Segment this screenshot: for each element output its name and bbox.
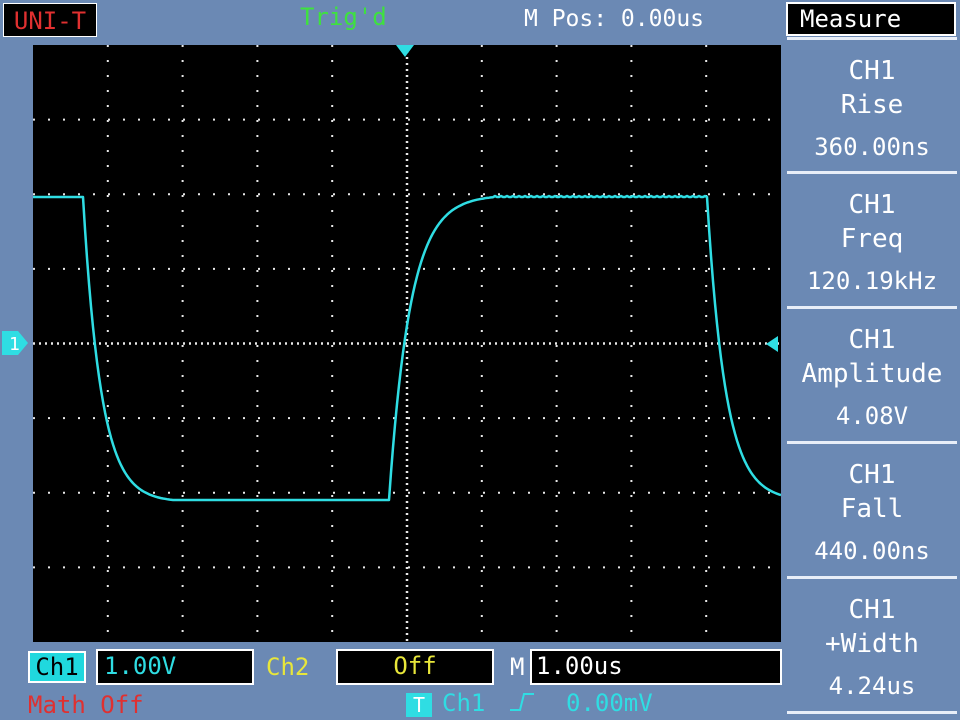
ch1-channel-label[interactable]: Ch1 <box>28 651 86 683</box>
measure-type: Freq <box>840 224 904 254</box>
measure-source: CH1 <box>848 325 896 355</box>
measure-type: Fall <box>840 494 904 524</box>
measure-source: CH1 <box>848 190 896 220</box>
measure-value: 4.08V <box>835 402 909 430</box>
measure-value: 360.00ns <box>814 133 930 161</box>
trigger-status: Trig'd <box>300 3 387 31</box>
measure-item-positive-width[interactable]: CH1 +Width 4.24us <box>787 579 957 709</box>
trigger-level-marker[interactable] <box>766 336 778 352</box>
measure-menu-title[interactable]: Measure <box>786 2 956 36</box>
measure-item-amplitude[interactable]: CH1 Amplitude 4.08V <box>787 309 957 439</box>
measure-item-fall[interactable]: CH1 Fall 440.00ns <box>787 444 957 574</box>
measure-item-rise[interactable]: CH1 Rise 360.00ns <box>787 40 957 170</box>
measure-item-freq[interactable]: CH1 Freq 120.19kHz <box>787 174 957 304</box>
ch1-volts-per-div[interactable]: 1.00V <box>96 649 254 685</box>
measure-type: +Width <box>825 629 919 659</box>
menu-separator <box>787 711 957 714</box>
measure-value: 120.19kHz <box>806 267 938 295</box>
ch2-channel-label[interactable]: Ch2 <box>266 652 309 682</box>
trigger-level-readout[interactable]: 0.00mV <box>566 688 653 718</box>
measure-value: 440.00ns <box>814 537 930 565</box>
measure-source: CH1 <box>848 56 896 86</box>
measure-source: CH1 <box>848 460 896 490</box>
measure-source: CH1 <box>848 595 896 625</box>
measure-type: Rise <box>840 90 904 120</box>
waveform-display[interactable] <box>33 45 782 642</box>
ch1-ground-marker[interactable]: 1 <box>2 331 28 355</box>
measure-type: Amplitude <box>801 359 943 389</box>
trigger-badge-icon: T <box>406 693 432 717</box>
measure-value: 4.24us <box>828 672 916 700</box>
rising-edge-icon <box>510 693 534 711</box>
ch2-state[interactable]: Off <box>336 649 494 685</box>
graticule-grid <box>33 45 781 642</box>
math-status[interactable]: Math Off <box>28 690 144 720</box>
waveform-graticule <box>33 45 782 642</box>
brand-logo: UNI-T <box>3 3 97 37</box>
trigger-position-marker <box>396 45 414 57</box>
timebase-label: M <box>510 653 525 681</box>
ch1-marker-label: 1 <box>9 334 20 355</box>
trigger-source[interactable]: Ch1 <box>442 688 485 718</box>
main-position-readout: M Pos: 0.00us <box>524 6 705 32</box>
timebase-readout[interactable]: 1.00us <box>530 649 782 685</box>
